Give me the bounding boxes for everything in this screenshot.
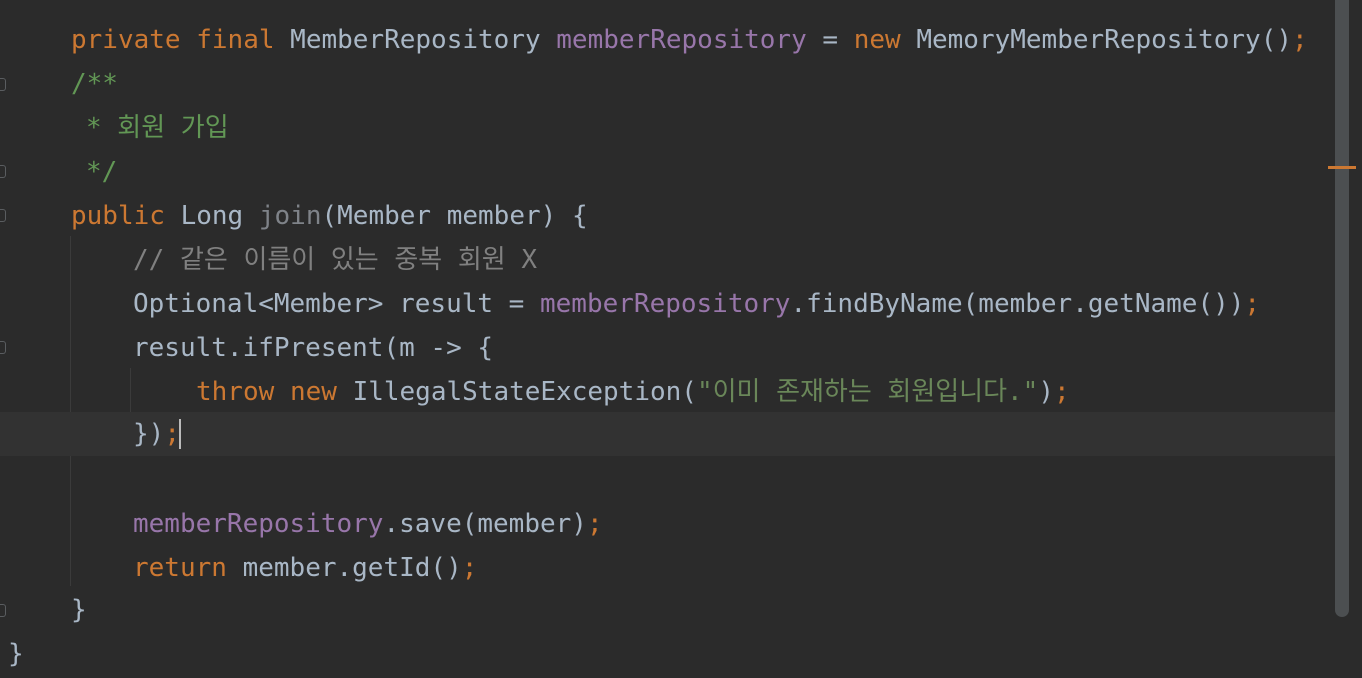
code-line[interactable]: private final MemberRepository memberRep… (0, 18, 1336, 62)
scrollbar-warning-marker[interactable] (1328, 166, 1356, 169)
semicolon: ; (586, 509, 603, 539)
doc-comment-end: */ (86, 157, 118, 187)
keyword: new (289, 377, 337, 407)
keyword: new (853, 25, 901, 55)
paren-close: ) (1038, 377, 1054, 407)
method-name: join (258, 201, 322, 231)
lambda-end: }) (133, 419, 165, 449)
constructor-call: IllegalStateException( (352, 377, 697, 407)
variable-declaration: Optional<Member> result = (133, 289, 525, 319)
code-line[interactable]: */ (0, 150, 1336, 194)
field-name: memberRepository (556, 25, 807, 55)
method-params: (Member member) { (321, 201, 588, 231)
code-line[interactable]: return member.getId(); (0, 546, 1336, 590)
doc-comment-text: * 회원 가입 (86, 113, 229, 143)
code-line[interactable]: Optional<Member> result = memberReposito… (0, 282, 1336, 326)
field-name: memberRepository (540, 289, 791, 319)
semicolon: ; (461, 553, 478, 583)
lambda-start: result.ifPresent(m -> { (133, 333, 494, 363)
constructor-call: MemoryMemberRepository() (916, 25, 1293, 55)
class-close-brace: } (8, 639, 24, 669)
semicolon: ; (1292, 25, 1308, 55)
vertical-scrollbar-thumb[interactable] (1335, 0, 1349, 617)
keyword: public (71, 201, 165, 231)
code-editor[interactable]: private final MemberRepository memberRep… (0, 0, 1362, 678)
line-comment: // 같은 이름이 있는 중복 회원 X (133, 245, 538, 275)
keyword: throw (196, 377, 275, 407)
code-line[interactable]: * 회원 가입 (0, 106, 1336, 150)
code-line[interactable]: /** (0, 62, 1336, 106)
code-line[interactable]: } (0, 632, 1336, 676)
return-type: Long (180, 201, 244, 231)
code-line[interactable]: } (0, 588, 1336, 632)
code-line[interactable]: throw new IllegalStateException("이미 존재하는… (0, 370, 1336, 414)
string-literal: "이미 존재하는 회원입니다." (696, 377, 1039, 407)
code-line[interactable]: // 같은 이름이 있는 중복 회원 X (0, 238, 1336, 282)
field-name: memberRepository (133, 509, 384, 539)
text-caret (179, 419, 181, 449)
method-call: .save(member) (383, 509, 587, 539)
type-name: MemberRepository (290, 25, 541, 55)
semicolon: ; (164, 419, 180, 449)
doc-comment-start: /** (71, 69, 118, 99)
current-code-line[interactable]: }); (0, 412, 1336, 456)
keyword: final (196, 25, 275, 55)
method-call: member.getId() (242, 553, 462, 583)
code-line[interactable]: result.ifPresent(m -> { (0, 326, 1336, 370)
keyword: return (133, 553, 227, 583)
code-line[interactable]: public Long join(Member member) { (0, 194, 1336, 238)
method-call: .findByName(member.getName()) (790, 289, 1245, 319)
keyword: private (71, 25, 181, 55)
semicolon: ; (1244, 289, 1261, 319)
method-close-brace: } (71, 595, 87, 625)
code-line[interactable] (0, 458, 1336, 502)
semicolon: ; (1053, 377, 1070, 407)
operator: = (822, 25, 839, 55)
code-line[interactable]: memberRepository.save(member); (0, 502, 1336, 546)
